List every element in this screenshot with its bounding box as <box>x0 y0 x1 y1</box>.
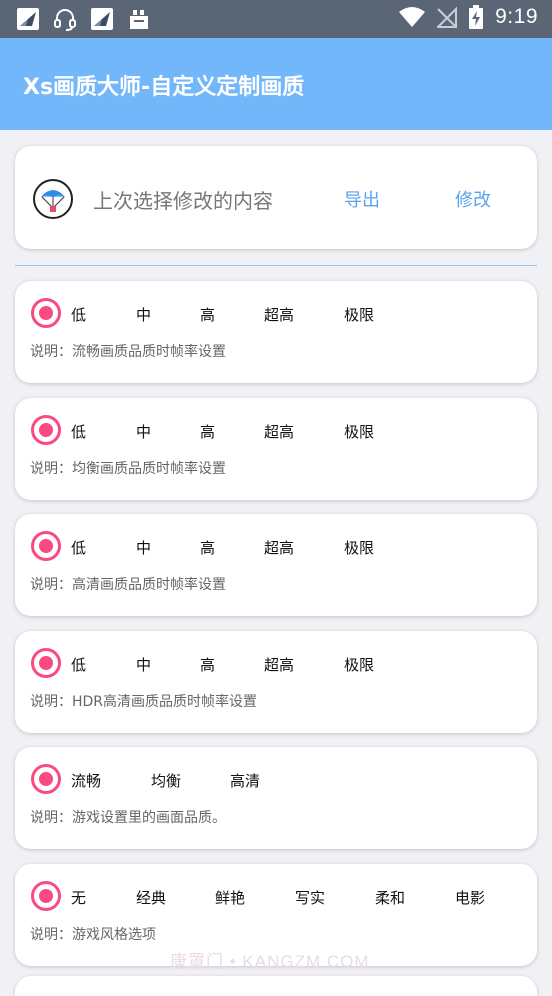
option-ultra[interactable]: 超高 <box>264 654 294 675</box>
wifi-icon <box>399 7 426 27</box>
option-low[interactable]: 低 <box>71 537 86 558</box>
radio-selected-icon[interactable] <box>31 881 61 911</box>
option-medium[interactable]: 中 <box>136 304 151 325</box>
status-bar: 9:19 <box>0 0 552 38</box>
option-medium[interactable]: 中 <box>136 421 151 442</box>
option-extreme[interactable]: 极限 <box>344 304 374 325</box>
fps-hd-card: 低 中 高 超高 极限 说明：高清画质品质时帧率设置 <box>15 514 537 616</box>
fps-hdr-card: 低 中 高 超高 极限 说明：HDR高清画质品质时帧率设置 <box>15 631 537 733</box>
setting-description: 说明：流畅画质品质时帧率设置 <box>30 344 226 360</box>
radio-selected-icon[interactable] <box>31 298 61 328</box>
option-high[interactable]: 高 <box>200 421 215 442</box>
radio-selected-icon[interactable] <box>31 764 61 794</box>
option-low[interactable]: 低 <box>71 304 86 325</box>
setting-description: 说明：游戏风格选项 <box>30 927 156 943</box>
page-title: Xs画质大师-自定义定制画质 <box>23 75 305 100</box>
setting-description: 说明：游戏设置里的画面品质。 <box>30 810 226 826</box>
last-modified-card: 上次选择修改的内容 导出 修改 <box>15 146 537 249</box>
option-extreme[interactable]: 极限 <box>344 654 374 675</box>
radio-selected-icon[interactable] <box>31 648 61 678</box>
app-notification-icon <box>17 8 39 30</box>
bag-icon <box>130 10 148 29</box>
status-left-icons <box>16 7 151 31</box>
option-low[interactable]: 低 <box>71 654 86 675</box>
app-bar: Xs画质大师-自定义定制画质 <box>0 38 552 130</box>
status-right: 9:19 <box>399 5 538 29</box>
export-button[interactable]: 导出 <box>344 186 380 212</box>
option-high[interactable]: 高 <box>200 537 215 558</box>
option-smooth[interactable]: 流畅 <box>71 770 101 791</box>
no-signal-icon <box>437 6 458 28</box>
fps-balanced-card: 低 中 高 超高 极限 说明：均衡画质品质时帧率设置 <box>15 398 537 500</box>
option-high[interactable]: 高 <box>200 654 215 675</box>
option-ultra[interactable]: 超高 <box>264 537 294 558</box>
watermark: 康罩门 • KANGZM.COM <box>170 952 370 971</box>
setting-description: 说明：HDR高清画质品质时帧率设置 <box>30 694 258 710</box>
setting-description: 说明：均衡画质品质时帧率设置 <box>30 461 226 477</box>
headset-icon <box>54 9 76 31</box>
option-realistic[interactable]: 写实 <box>295 887 325 908</box>
setting-description: 说明：高清画质品质时帧率设置 <box>30 577 226 593</box>
fps-smooth-card: 低 中 高 超高 极限 说明：流畅画质品质时帧率设置 <box>15 281 537 383</box>
battery-charging-icon <box>469 5 484 29</box>
option-extreme[interactable]: 极限 <box>344 421 374 442</box>
option-high[interactable]: 高 <box>200 304 215 325</box>
option-medium[interactable]: 中 <box>136 537 151 558</box>
next-card-peek <box>15 976 537 996</box>
option-low[interactable]: 低 <box>71 421 86 442</box>
option-vivid[interactable]: 鲜艳 <box>215 887 245 908</box>
option-hd[interactable]: 高清 <box>230 770 260 791</box>
status-time: 9:19 <box>495 5 538 28</box>
option-ultra[interactable]: 超高 <box>264 304 294 325</box>
option-soft[interactable]: 柔和 <box>375 887 405 908</box>
graphics-quality-card: 流畅 均衡 高清 说明：游戏设置里的画面品质。 <box>15 747 537 849</box>
option-medium[interactable]: 中 <box>136 654 151 675</box>
last-selection-hint: 上次选择修改的内容 <box>93 189 273 213</box>
radio-selected-icon[interactable] <box>31 531 61 561</box>
option-ultra[interactable]: 超高 <box>264 421 294 442</box>
option-none[interactable]: 无 <box>71 887 86 908</box>
option-cinema[interactable]: 电影 <box>455 887 485 908</box>
option-classic[interactable]: 经典 <box>136 887 166 908</box>
radio-selected-icon[interactable] <box>31 415 61 445</box>
parachute-icon <box>33 179 73 219</box>
modify-button[interactable]: 修改 <box>455 186 491 212</box>
option-balanced[interactable]: 均衡 <box>151 770 181 791</box>
option-extreme[interactable]: 极限 <box>344 537 374 558</box>
divider <box>15 265 537 266</box>
app-notification-icon <box>91 8 113 30</box>
